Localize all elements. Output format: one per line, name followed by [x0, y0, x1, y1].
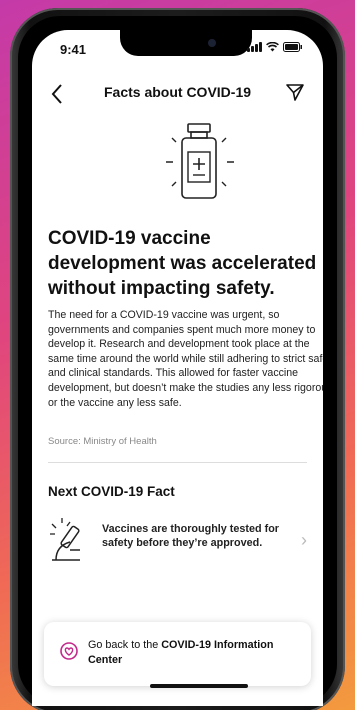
- article-source: Source: Ministry of Health: [48, 436, 157, 447]
- home-indicator: [150, 684, 248, 688]
- phone-bezel: 9:41 Facts about COVID-19 COVID-19 vacci…: [18, 16, 337, 706]
- info-card-text: Go back to the COVID-19 Information Cent…: [88, 638, 308, 667]
- status-time: 9:41: [60, 42, 87, 57]
- wifi-icon: [266, 42, 279, 52]
- divider: [48, 462, 307, 463]
- signal-icon: [247, 42, 262, 52]
- notch: [120, 30, 252, 56]
- phone-frame: 9:41 Facts about COVID-19 COVID-19 vacci…: [10, 8, 345, 710]
- next-fact-text: Vaccines are thoroughly tested for safet…: [102, 523, 279, 549]
- next-fact-row[interactable]: Vaccines are thoroughly tested for safet…: [48, 516, 307, 572]
- paper-plane-icon[interactable]: [285, 82, 305, 102]
- article-headline: COVID-19 vaccine development was acceler…: [48, 228, 317, 299]
- status-icons: [247, 42, 303, 52]
- article-body: The need for a COVID-19 vaccine was urge…: [48, 309, 323, 409]
- battery-icon: [283, 42, 302, 52]
- screen: 9:41 Facts about COVID-19 COVID-19 vacci…: [32, 30, 323, 706]
- page-title: Facts about COVID-19: [103, 84, 252, 100]
- info-center-card[interactable]: Go back to the COVID-19 Information Cent…: [44, 622, 311, 686]
- camera-icon: [208, 39, 216, 47]
- vaccine-vial-icon: [166, 123, 234, 199]
- top-nav: Facts about COVID-19: [32, 76, 323, 112]
- next-fact-heading: Next COVID-19 Fact: [48, 484, 175, 499]
- chevron-right-icon: ›: [301, 530, 307, 550]
- microscope-icon: [50, 518, 80, 561]
- info-card-prefix: Go back to the: [88, 639, 162, 651]
- heart-icon: [60, 642, 78, 660]
